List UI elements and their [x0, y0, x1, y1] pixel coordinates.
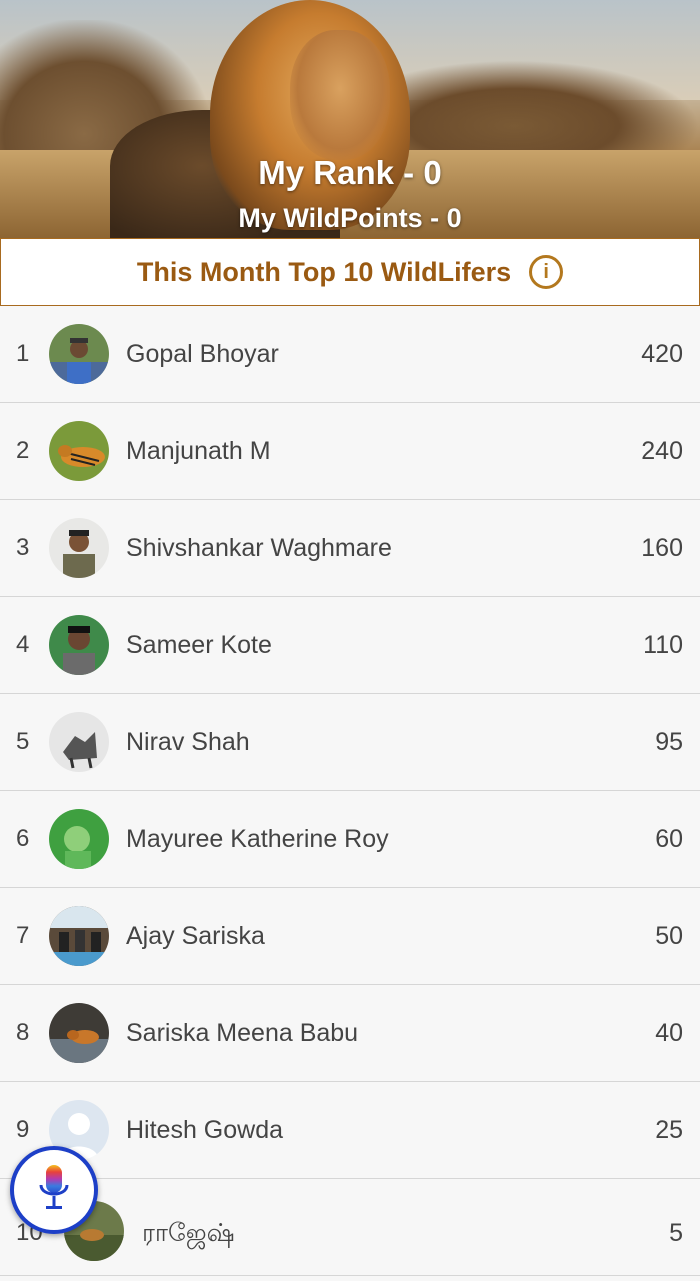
avatar [49, 809, 109, 869]
leaderboard-row[interactable]: 7 Ajay Sariska 50 [0, 888, 700, 985]
user-name: Sameer Kote [126, 631, 272, 659]
leaderboard-row[interactable]: 5 Nirav Shah 95 [0, 694, 700, 791]
rank-number: 8 [16, 1019, 30, 1046]
leaderboard-row[interactable]: 4 Sameer Kote 110 [0, 597, 700, 694]
avatar [49, 615, 109, 675]
leaderboard-row[interactable]: 10 ராஜேஷ் 5 [0, 1179, 700, 1276]
user-points: 50 [655, 922, 683, 950]
banner-title: This Month Top 10 WildLifers [136, 256, 512, 287]
user-name: Gopal Bhoyar [126, 340, 279, 368]
top-wildlifers-banner: This Month Top 10 WildLifers i [0, 238, 700, 306]
user-name: Sariska Meena Babu [126, 1019, 359, 1047]
rank-number: 1 [16, 340, 30, 367]
user-points: 110 [643, 631, 683, 659]
info-icon[interactable]: i [529, 255, 564, 289]
voice-search-button[interactable] [10, 1146, 98, 1234]
avatar [49, 518, 109, 578]
rank-number: 4 [16, 631, 30, 658]
avatar [49, 712, 109, 772]
user-name: Mayuree Katherine Roy [126, 825, 389, 853]
user-points: 60 [655, 825, 683, 853]
leaderboard-row[interactable]: 2 Manjunath M 240 [0, 403, 700, 500]
leaderboard-list: 1 Gopal Bhoyar 420 2 Manjunath M 240 3 S… [0, 306, 700, 1276]
user-name: Ajay Sariska [126, 922, 265, 950]
avatar [49, 906, 109, 966]
rank-number: 5 [16, 728, 30, 755]
leaderboard-row[interactable]: 9 Hitesh Gowda 25 [0, 1082, 700, 1179]
user-points: 420 [641, 340, 683, 368]
user-name: Nirav Shah [126, 728, 250, 756]
leaderboard-row[interactable]: 6 Mayuree Katherine Roy 60 [0, 791, 700, 888]
user-points: 40 [655, 1019, 683, 1047]
lion-face [290, 30, 390, 160]
user-name: Hitesh Gowda [126, 1116, 284, 1144]
user-name: Manjunath M [126, 437, 271, 465]
leaderboard-row[interactable]: 1 Gopal Bhoyar 420 [0, 306, 700, 403]
avatar [49, 421, 109, 481]
my-rank-text: My Rank - 0 [258, 154, 442, 191]
avatar [49, 1003, 109, 1063]
rank-number: 2 [16, 437, 30, 464]
user-points: 95 [655, 728, 683, 756]
user-name: ராஜேஷ் [142, 1219, 235, 1247]
rank-number: 6 [16, 825, 30, 852]
leaderboard-row[interactable]: 8 Sariska Meena Babu 40 [0, 985, 700, 1082]
user-points: 240 [641, 437, 683, 465]
user-points: 160 [641, 534, 683, 562]
my-wildpoints-text: My WildPoints - 0 [238, 203, 462, 233]
header-banner-image: My Rank - 0 My WildPoints - 0 [0, 0, 700, 238]
microphone-icon [37, 1163, 71, 1218]
rank-number: 7 [16, 922, 30, 949]
user-points: 5 [669, 1219, 683, 1247]
rank-number: 3 [16, 534, 30, 561]
avatar [49, 324, 109, 384]
user-points: 25 [655, 1116, 683, 1144]
user-name: Shivshankar Waghmare [126, 534, 392, 562]
leaderboard-row[interactable]: 3 Shivshankar Waghmare 160 [0, 500, 700, 597]
